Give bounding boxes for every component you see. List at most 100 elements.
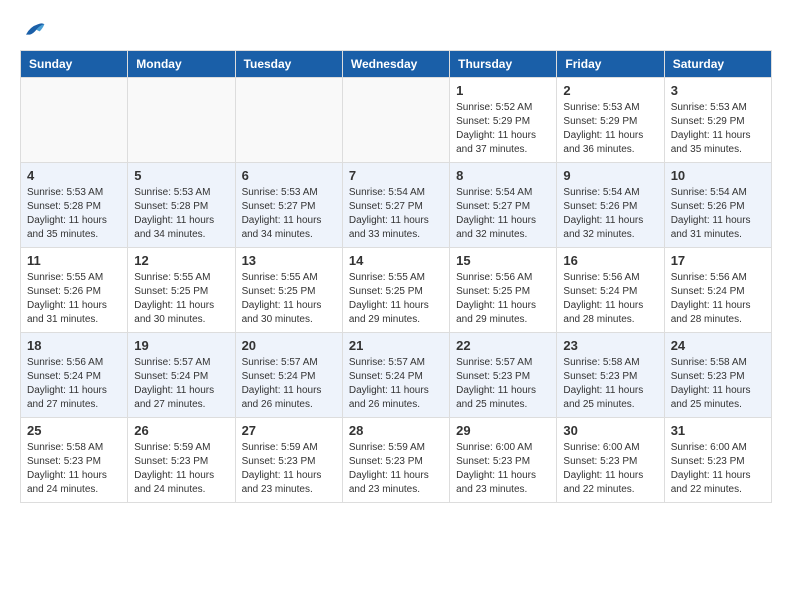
calendar-cell: 5 Sunrise: 5:53 AM Sunset: 5:28 PM Daylig…: [128, 163, 235, 248]
day-number: 10: [671, 168, 765, 183]
day-info: Sunrise: 6:00 AM Sunset: 5:23 PM Dayligh…: [671, 441, 765, 497]
day-header-monday: Monday: [128, 51, 235, 78]
calendar-cell: 20Sunrise: 5:57 AM Sunset: 5:24 PM Dayli…: [235, 333, 342, 418]
calendar-cell: 13Sunrise: 5:55 AM Sunset: 5:25 PM Dayli…: [235, 248, 342, 333]
calendar-cell: 22 Sunrise: 5:57 AM Sunset: 5:23 PM Dayli…: [450, 333, 557, 418]
day-number: 12: [134, 253, 228, 268]
day-info: Sunrise: 5:59 AM Sunset: 5:23 PM Dayligh…: [242, 441, 336, 497]
day-number: 2: [563, 83, 657, 98]
logo-bird-icon: [22, 20, 46, 38]
calendar-cell: 9 Sunrise: 5:54 AM Sunset: 5:26 PM Daylig…: [557, 163, 664, 248]
day-info: Sunrise: 5:54 AM Sunset: 5:27 PM Dayligh…: [456, 186, 550, 242]
day-number: 11: [27, 253, 121, 268]
calendar-cell: 27 Sunrise: 5:59 AM Sunset: 5:23 PM Dayli…: [235, 418, 342, 503]
day-header-friday: Friday: [557, 51, 664, 78]
day-header-saturday: Saturday: [664, 51, 771, 78]
calendar-cell: 21 Sunrise: 5:57 AM Sunset: 5:24 PM Dayli…: [342, 333, 449, 418]
calendar-table: SundayMondayTuesdayWednesdayThursdayFrid…: [20, 50, 772, 503]
page-header: [20, 20, 772, 34]
day-number: 27: [242, 423, 336, 438]
day-number: 16: [563, 253, 657, 268]
day-number: 19: [134, 338, 228, 353]
day-number: 4: [27, 168, 121, 183]
day-number: 24: [671, 338, 765, 353]
day-info: Sunrise: 5:54 AM Sunset: 5:27 PM Dayligh…: [349, 186, 443, 242]
calendar-cell: 14 Sunrise: 5:55 AM Sunset: 5:25 PM Dayli…: [342, 248, 449, 333]
day-info: Sunrise: 5:57 AM Sunset: 5:24 PM Dayligh…: [349, 356, 443, 412]
calendar-week-row: 18 Sunrise: 5:56 AM Sunset: 5:24 PM Dayli…: [21, 333, 772, 418]
calendar-week-row: 4 Sunrise: 5:53 AM Sunset: 5:28 PM Daylig…: [21, 163, 772, 248]
day-number: 14: [349, 253, 443, 268]
calendar-cell: 6 Sunrise: 5:53 AM Sunset: 5:27 PM Daylig…: [235, 163, 342, 248]
calendar-cell: 29 Sunrise: 6:00 AM Sunset: 5:23 PM Dayli…: [450, 418, 557, 503]
day-info: Sunrise: 5:58 AM Sunset: 5:23 PM Dayligh…: [27, 441, 121, 497]
day-info: Sunrise: 6:00 AM Sunset: 5:23 PM Dayligh…: [563, 441, 657, 497]
calendar-cell: [342, 78, 449, 163]
day-number: 13: [242, 253, 336, 268]
calendar-cell: 17Sunrise: 5:56 AM Sunset: 5:24 PM Dayli…: [664, 248, 771, 333]
day-number: 9: [563, 168, 657, 183]
day-info: Sunrise: 5:53 AM Sunset: 5:28 PM Dayligh…: [27, 186, 121, 242]
calendar-cell: [128, 78, 235, 163]
calendar-cell: 10Sunrise: 5:54 AM Sunset: 5:26 PM Dayli…: [664, 163, 771, 248]
day-info: Sunrise: 5:57 AM Sunset: 5:23 PM Dayligh…: [456, 356, 550, 412]
calendar-cell: 4 Sunrise: 5:53 AM Sunset: 5:28 PM Daylig…: [21, 163, 128, 248]
day-number: 18: [27, 338, 121, 353]
day-number: 20: [242, 338, 336, 353]
day-number: 26: [134, 423, 228, 438]
logo: [20, 20, 46, 34]
day-number: 7: [349, 168, 443, 183]
day-number: 17: [671, 253, 765, 268]
calendar-cell: 8 Sunrise: 5:54 AM Sunset: 5:27 PM Daylig…: [450, 163, 557, 248]
day-number: 22: [456, 338, 550, 353]
day-header-sunday: Sunday: [21, 51, 128, 78]
calendar-cell: [235, 78, 342, 163]
day-info: Sunrise: 5:58 AM Sunset: 5:23 PM Dayligh…: [671, 356, 765, 412]
calendar-cell: 12Sunrise: 5:55 AM Sunset: 5:25 PM Dayli…: [128, 248, 235, 333]
day-info: Sunrise: 5:53 AM Sunset: 5:28 PM Dayligh…: [134, 186, 228, 242]
day-number: 8: [456, 168, 550, 183]
calendar-cell: 28Sunrise: 5:59 AM Sunset: 5:23 PM Dayli…: [342, 418, 449, 503]
day-info: Sunrise: 5:54 AM Sunset: 5:26 PM Dayligh…: [563, 186, 657, 242]
day-number: 31: [671, 423, 765, 438]
calendar-week-row: 11 Sunrise: 5:55 AM Sunset: 5:26 PM Dayli…: [21, 248, 772, 333]
calendar-cell: 19Sunrise: 5:57 AM Sunset: 5:24 PM Dayli…: [128, 333, 235, 418]
day-info: Sunrise: 5:53 AM Sunset: 5:29 PM Dayligh…: [671, 101, 765, 157]
calendar-cell: 30 Sunrise: 6:00 AM Sunset: 5:23 PM Dayli…: [557, 418, 664, 503]
day-info: Sunrise: 5:59 AM Sunset: 5:23 PM Dayligh…: [134, 441, 228, 497]
day-number: 23: [563, 338, 657, 353]
day-info: Sunrise: 6:00 AM Sunset: 5:23 PM Dayligh…: [456, 441, 550, 497]
calendar-cell: 2Sunrise: 5:53 AM Sunset: 5:29 PM Daylig…: [557, 78, 664, 163]
day-number: 3: [671, 83, 765, 98]
calendar-cell: 1 Sunrise: 5:52 AM Sunset: 5:29 PM Daylig…: [450, 78, 557, 163]
calendar-cell: 7 Sunrise: 5:54 AM Sunset: 5:27 PM Daylig…: [342, 163, 449, 248]
day-header-tuesday: Tuesday: [235, 51, 342, 78]
calendar-cell: 25 Sunrise: 5:58 AM Sunset: 5:23 PM Dayli…: [21, 418, 128, 503]
day-info: Sunrise: 5:53 AM Sunset: 5:27 PM Dayligh…: [242, 186, 336, 242]
day-number: 6: [242, 168, 336, 183]
calendar-week-row: 1 Sunrise: 5:52 AM Sunset: 5:29 PM Daylig…: [21, 78, 772, 163]
calendar-cell: 3 Sunrise: 5:53 AM Sunset: 5:29 PM Daylig…: [664, 78, 771, 163]
calendar-cell: 16 Sunrise: 5:56 AM Sunset: 5:24 PM Dayli…: [557, 248, 664, 333]
day-info: Sunrise: 5:55 AM Sunset: 5:25 PM Dayligh…: [349, 271, 443, 327]
day-info: Sunrise: 5:55 AM Sunset: 5:26 PM Dayligh…: [27, 271, 121, 327]
day-number: 5: [134, 168, 228, 183]
day-number: 25: [27, 423, 121, 438]
calendar-cell: 24 Sunrise: 5:58 AM Sunset: 5:23 PM Dayli…: [664, 333, 771, 418]
day-number: 30: [563, 423, 657, 438]
day-number: 29: [456, 423, 550, 438]
calendar-cell: 26 Sunrise: 5:59 AM Sunset: 5:23 PM Dayli…: [128, 418, 235, 503]
day-header-thursday: Thursday: [450, 51, 557, 78]
calendar-cell: 15Sunrise: 5:56 AM Sunset: 5:25 PM Dayli…: [450, 248, 557, 333]
day-info: Sunrise: 5:58 AM Sunset: 5:23 PM Dayligh…: [563, 356, 657, 412]
calendar-cell: 18 Sunrise: 5:56 AM Sunset: 5:24 PM Dayli…: [21, 333, 128, 418]
calendar-cell: [21, 78, 128, 163]
day-info: Sunrise: 5:52 AM Sunset: 5:29 PM Dayligh…: [456, 101, 550, 157]
calendar-cell: 31 Sunrise: 6:00 AM Sunset: 5:23 PM Dayli…: [664, 418, 771, 503]
day-number: 21: [349, 338, 443, 353]
day-info: Sunrise: 5:56 AM Sunset: 5:24 PM Dayligh…: [27, 356, 121, 412]
calendar-week-row: 25 Sunrise: 5:58 AM Sunset: 5:23 PM Dayli…: [21, 418, 772, 503]
day-info: Sunrise: 5:56 AM Sunset: 5:24 PM Dayligh…: [563, 271, 657, 327]
day-number: 1: [456, 83, 550, 98]
calendar-cell: 23 Sunrise: 5:58 AM Sunset: 5:23 PM Dayli…: [557, 333, 664, 418]
